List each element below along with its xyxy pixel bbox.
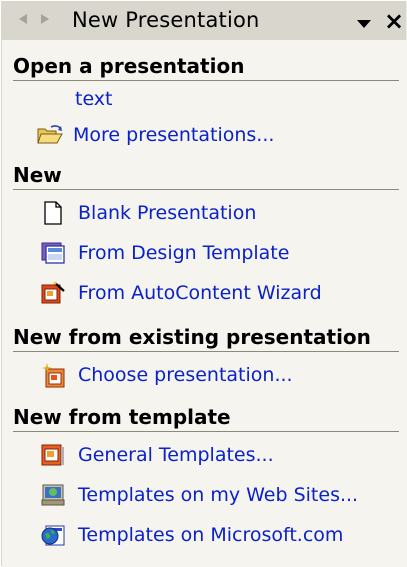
forward-arrow-icon[interactable] <box>38 11 54 27</box>
globe-icon <box>40 522 66 548</box>
design-template-link[interactable]: From Design Template <box>40 238 289 268</box>
sparkle-presentation-icon <box>40 362 66 388</box>
general-templates-label[interactable]: General Templates... <box>78 440 274 470</box>
general-templates-icon <box>40 442 66 468</box>
choose-presentation-label[interactable]: Choose presentation... <box>78 360 293 390</box>
web-sites-templates-link[interactable]: Templates on my Web Sites... <box>40 480 358 510</box>
blank-page-icon <box>40 200 66 226</box>
microsoft-templates-label[interactable]: Templates on Microsoft.com <box>78 520 343 550</box>
dropdown-triangle-icon[interactable] <box>356 15 372 28</box>
autocontent-wizard-label[interactable]: From AutoContent Wizard <box>78 278 322 308</box>
task-pane-titlebar: New Presentation × <box>2 2 406 39</box>
general-templates-link[interactable]: General Templates... <box>40 440 274 470</box>
back-arrow-icon[interactable] <box>14 11 30 27</box>
choose-presentation-link[interactable]: Choose presentation... <box>40 360 293 390</box>
blank-presentation-link[interactable]: Blank Presentation <box>40 198 256 228</box>
autocontent-wizard-icon <box>40 280 66 306</box>
close-button[interactable]: × <box>384 9 404 33</box>
task-pane-body: Open a presentation text More presentati… <box>2 40 407 567</box>
web-sites-icon <box>40 482 66 508</box>
open-folder-icon <box>37 122 63 148</box>
blank-presentation-label[interactable]: Blank Presentation <box>78 198 256 228</box>
recent-file-label[interactable]: text <box>75 84 113 114</box>
section-heading-new: New <box>13 163 399 190</box>
section-heading-existing: New from existing presentation <box>13 325 399 352</box>
more-presentations-label[interactable]: More presentations... <box>73 120 274 150</box>
task-pane: New Presentation × Open a presentation t… <box>0 0 407 567</box>
section-heading-template: New from template <box>13 405 399 432</box>
task-pane-title: New Presentation <box>72 8 260 32</box>
design-template-icon <box>40 240 66 266</box>
web-sites-templates-label[interactable]: Templates on my Web Sites... <box>78 480 358 510</box>
design-template-label[interactable]: From Design Template <box>78 238 289 268</box>
section-heading-open: Open a presentation <box>13 54 399 81</box>
microsoft-templates-link[interactable]: Templates on Microsoft.com <box>40 520 343 550</box>
autocontent-wizard-link[interactable]: From AutoContent Wizard <box>40 278 322 308</box>
more-presentations-link[interactable]: More presentations... <box>37 120 274 150</box>
recent-file-link[interactable]: text <box>75 84 113 114</box>
